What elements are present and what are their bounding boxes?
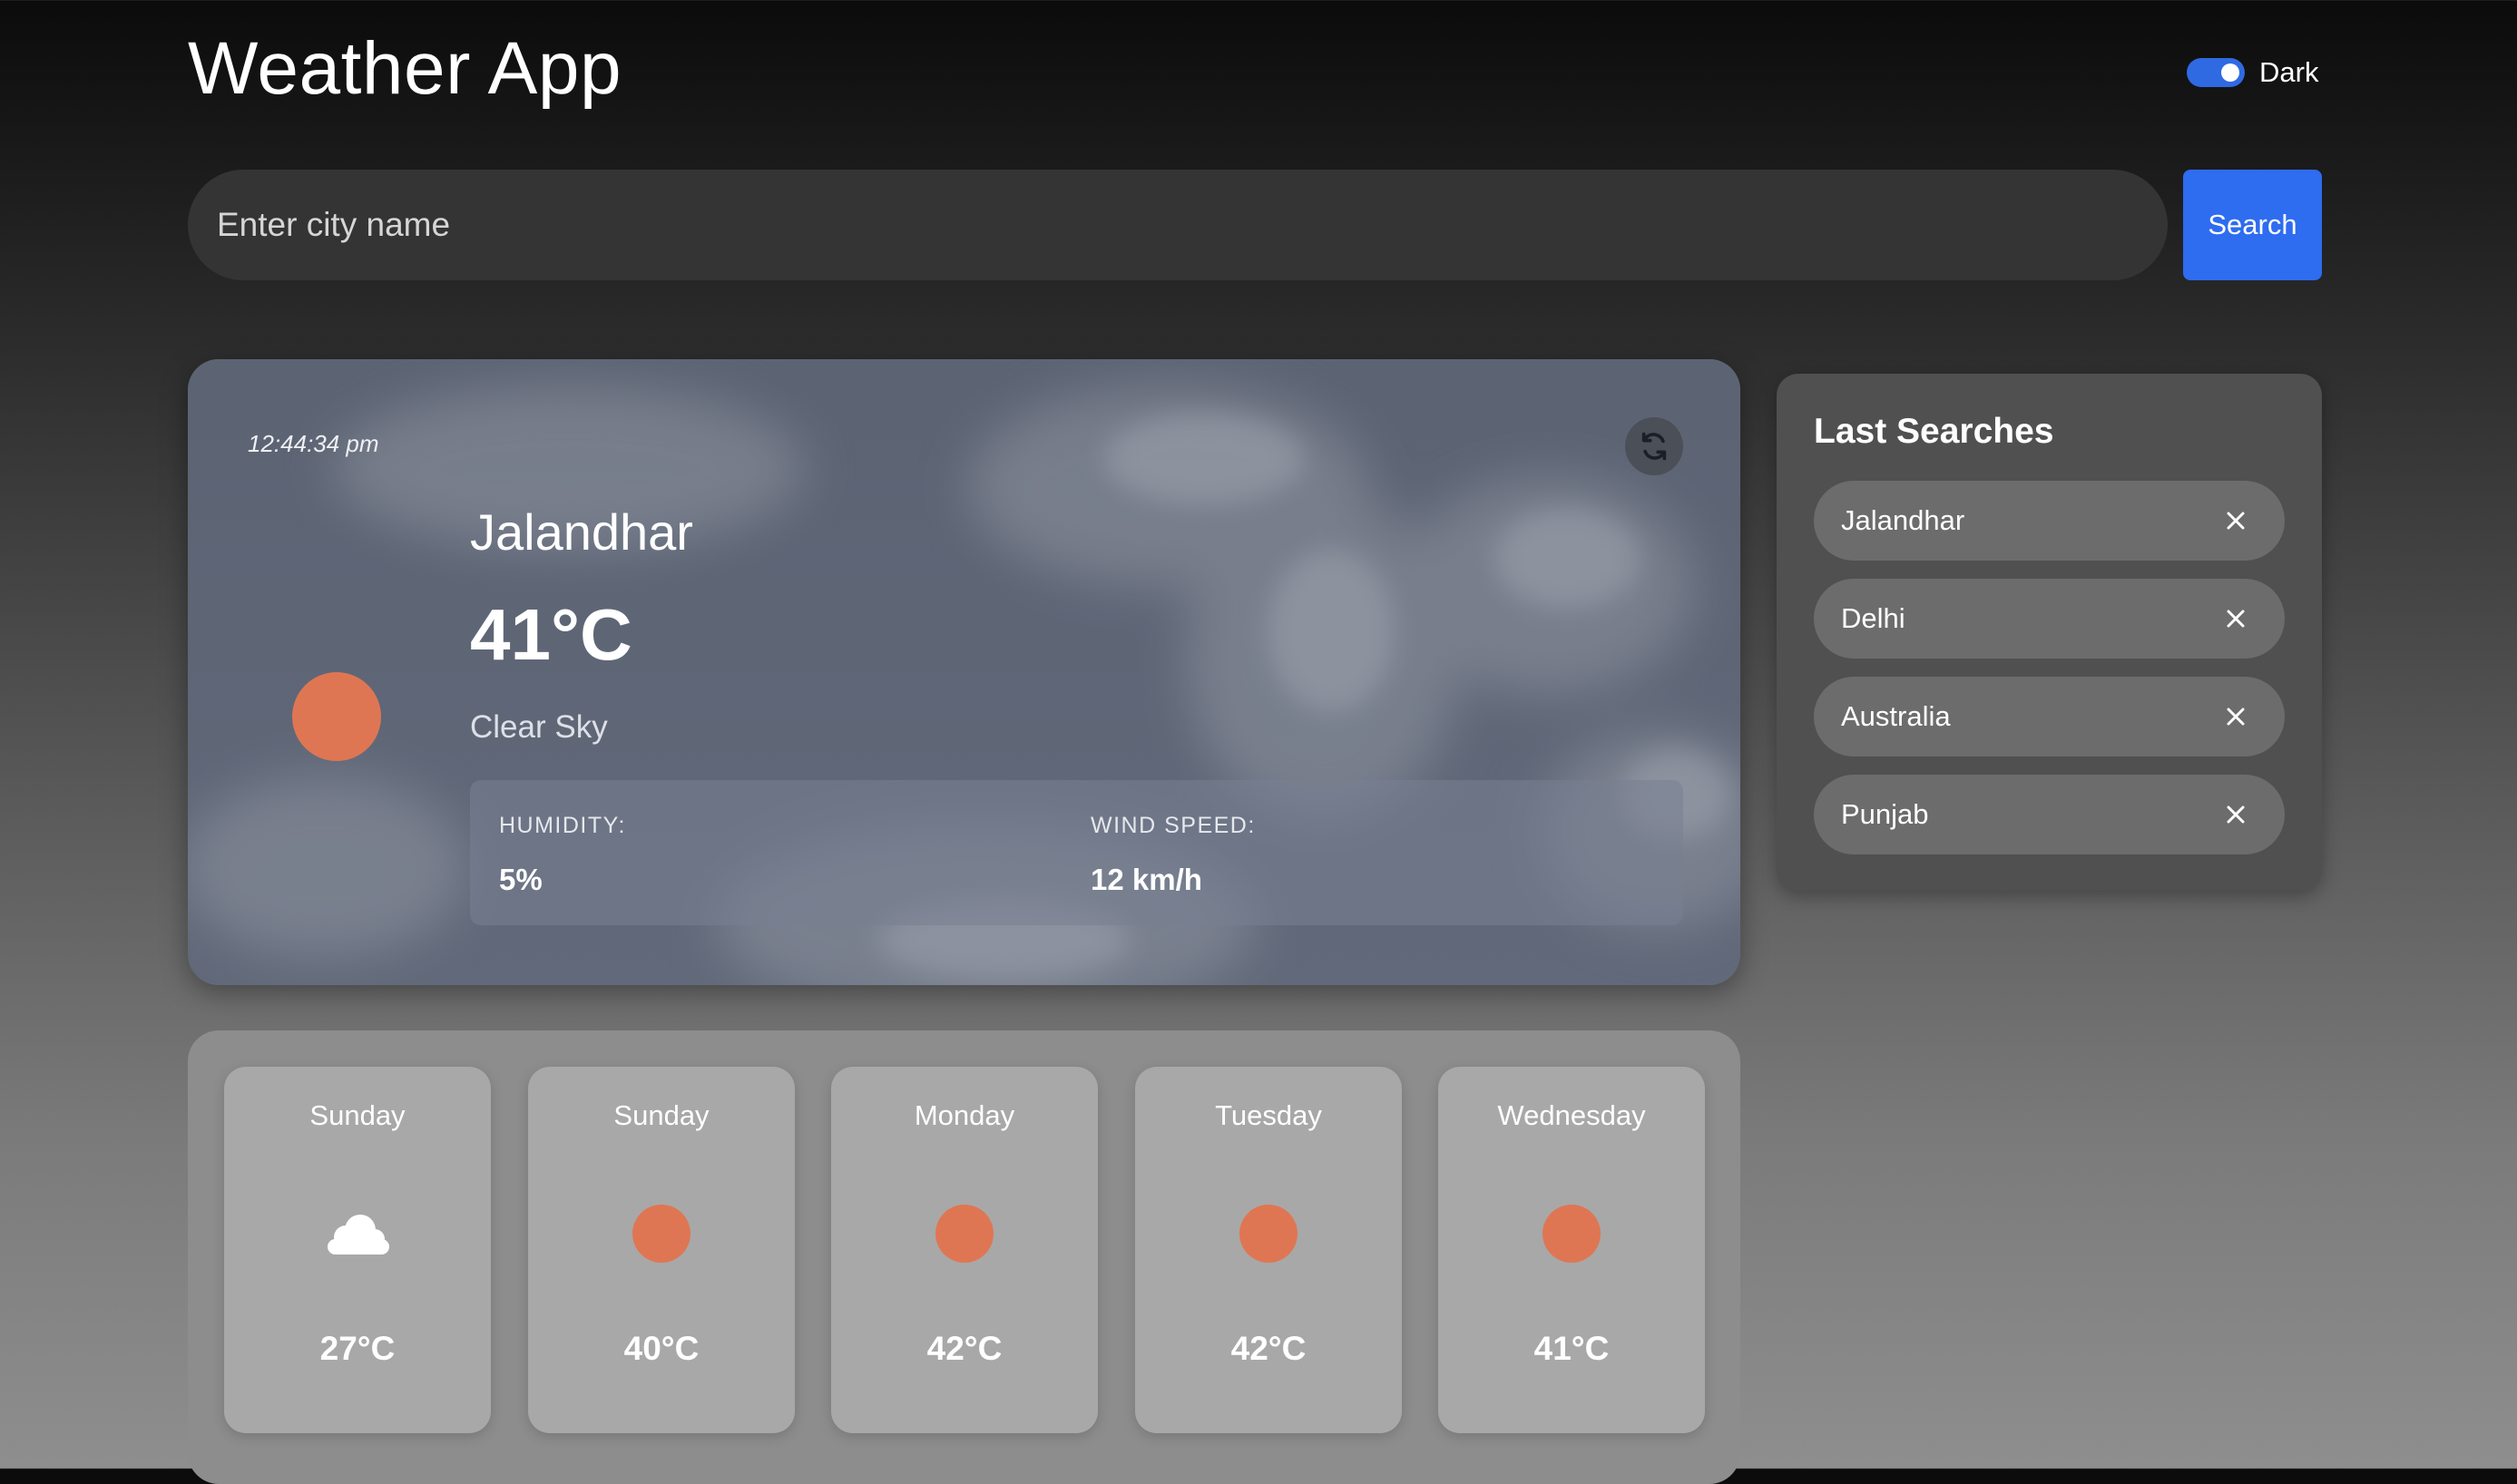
forecast-card: Sunday 40°C (528, 1067, 795, 1433)
last-searches-panel: Last Searches Jalandhar Delhi Australia … (1777, 374, 2322, 891)
last-search-label: Punjab (1841, 798, 1929, 830)
forecast-temperature: 42°C (1230, 1330, 1307, 1367)
sun-icon (632, 1205, 690, 1263)
humidity-label: HUMIDITY: (499, 813, 626, 838)
forecast-temperature: 40°C (623, 1330, 700, 1367)
forecast-card: Tuesday 42°C (1135, 1067, 1402, 1433)
forecast-panel: Sunday 27°C Sunday 40°C Monday 42°C Tues… (188, 1030, 1740, 1484)
close-icon (2227, 610, 2245, 628)
forecast-temperature: 27°C (319, 1330, 396, 1367)
current-time: 12:44:34 pm (248, 430, 379, 457)
humidity-value: 5% (499, 863, 543, 896)
refresh-button[interactable] (1625, 417, 1683, 475)
weather-details: HUMIDITY: 5% WIND SPEED: 12 km/h (470, 780, 1683, 925)
last-searches-title: Last Searches (1814, 412, 2054, 451)
last-search-item[interactable]: Delhi (1814, 579, 2285, 659)
humidity-detail: HUMIDITY: 5% (499, 813, 626, 897)
search-button[interactable]: Search (2183, 170, 2322, 280)
app-title: Weather App (188, 27, 622, 110)
forecast-day: Monday (914, 1099, 1015, 1131)
forecast-card: Monday 42°C (831, 1067, 1098, 1433)
forecast-day: Sunday (309, 1099, 406, 1131)
current-weather-card: 12:44:34 pm Jalandhar 41°C Clear Sky HUM… (188, 359, 1740, 985)
close-icon (2227, 708, 2245, 726)
remove-search-button[interactable] (2221, 506, 2250, 535)
last-search-label: Delhi (1841, 602, 1905, 634)
forecast-temperature: 42°C (926, 1330, 1003, 1367)
forecast-card: Wednesday 41°C (1438, 1067, 1705, 1433)
toggle-knob (2221, 63, 2239, 82)
sun-icon (1543, 1205, 1601, 1263)
last-search-label: Jalandhar (1841, 504, 1965, 536)
forecast-day: Tuesday (1215, 1099, 1322, 1131)
city-name: Jalandhar (470, 503, 693, 561)
remove-search-button[interactable] (2221, 800, 2250, 829)
theme-label: Dark (2259, 56, 2319, 88)
sun-icon (935, 1205, 994, 1263)
forecast-card: Sunday 27°C (224, 1067, 491, 1433)
toggle-switch[interactable] (2187, 58, 2245, 87)
sun-icon (1239, 1205, 1298, 1263)
remove-search-button[interactable] (2221, 702, 2250, 731)
current-temperature: 41°C (470, 594, 632, 675)
close-icon (2227, 805, 2245, 824)
sun-icon (292, 672, 381, 761)
theme-toggle[interactable]: Dark (2187, 56, 2318, 89)
forecast-day: Wednesday (1497, 1099, 1646, 1131)
last-search-label: Australia (1841, 700, 1951, 732)
last-search-item[interactable]: Australia (1814, 677, 2285, 757)
forecast-day: Sunday (613, 1099, 710, 1131)
cloud-icon (328, 1205, 389, 1263)
wind-speed-label: WIND SPEED: (1091, 813, 1256, 838)
wind-speed-value: 12 km/h (1091, 863, 1202, 896)
weather-condition: Clear Sky (470, 709, 608, 745)
last-search-item[interactable]: Jalandhar (1814, 481, 2285, 561)
remove-search-button[interactable] (2221, 604, 2250, 633)
close-icon (2227, 512, 2245, 530)
refresh-icon (1641, 432, 1667, 461)
last-search-item[interactable]: Punjab (1814, 775, 2285, 854)
forecast-temperature: 41°C (1533, 1330, 1610, 1367)
city-search-input[interactable] (188, 170, 2168, 280)
wind-detail: WIND SPEED: 12 km/h (1091, 813, 1256, 897)
